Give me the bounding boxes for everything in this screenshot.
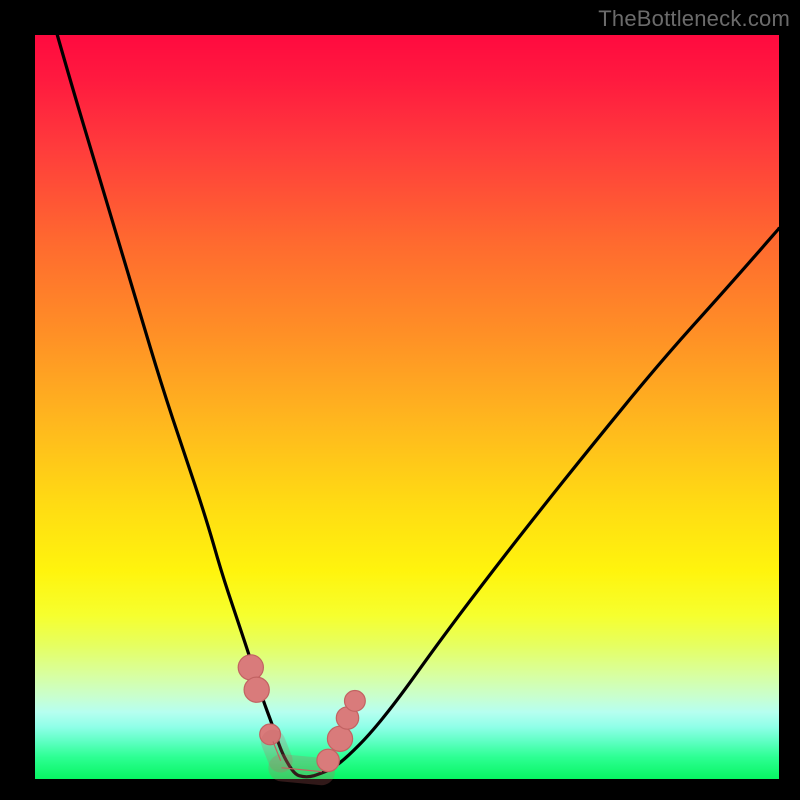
chart-svg (35, 35, 779, 779)
plot-area (35, 35, 779, 779)
watermark-text: TheBottleneck.com (598, 6, 790, 32)
trough-marker (345, 691, 366, 712)
trough-marker (317, 749, 339, 771)
outer-frame: TheBottleneck.com (0, 0, 800, 800)
bottleneck-curve (57, 35, 779, 777)
trough-marker (327, 726, 352, 751)
trough-marker (238, 655, 263, 680)
trough-marker (244, 677, 269, 702)
trough-markers (238, 655, 365, 772)
